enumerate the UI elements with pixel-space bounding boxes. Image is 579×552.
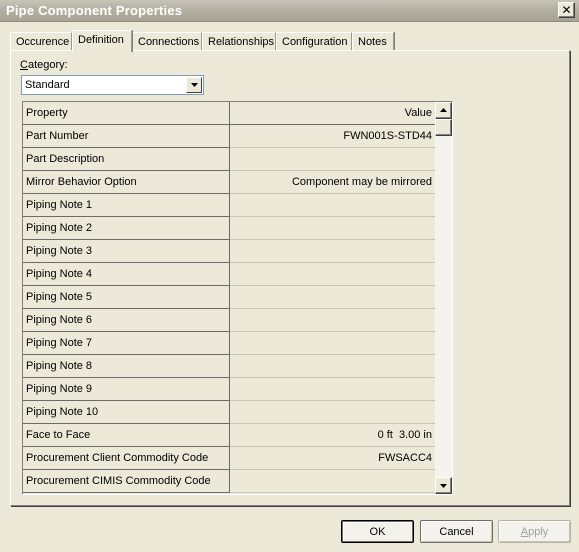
grid-row[interactable]: Part Description xyxy=(23,148,435,171)
property-name: Piping Note 8 xyxy=(23,355,230,378)
grid-row[interactable]: Mirror Behavior Option Component may be … xyxy=(23,171,435,194)
tab-definition[interactable]: Definition xyxy=(72,30,132,52)
tab-relationships[interactable]: Relationships xyxy=(202,32,276,51)
grid-row[interactable]: Piping Note 1 xyxy=(23,194,435,217)
grid-row[interactable]: Piping Note 3 xyxy=(23,240,435,263)
property-column-header[interactable]: Property xyxy=(23,102,230,125)
property-name: Piping Note 5 xyxy=(23,286,230,309)
property-value[interactable]: FWN001S-STD44 xyxy=(230,125,435,148)
property-value[interactable] xyxy=(230,309,435,332)
property-name: Piping Note 4 xyxy=(23,263,230,286)
property-value[interactable] xyxy=(230,194,435,217)
grid-row[interactable]: Piping Note 4 xyxy=(23,263,435,286)
property-value[interactable]: 0 ft 3.00 in xyxy=(230,424,435,447)
category-label-text: ategory: xyxy=(27,59,68,71)
chevron-down-icon xyxy=(190,83,198,87)
property-value[interactable] xyxy=(230,217,435,240)
grid-row[interactable]: Piping Note 9 xyxy=(23,378,435,401)
scroll-thumb[interactable] xyxy=(435,119,452,136)
window-title: Pipe Component Properties xyxy=(6,3,183,18)
tab-configuration[interactable]: Configuration xyxy=(276,32,352,51)
property-value[interactable]: Component may be mirrored xyxy=(230,171,435,194)
apply-button[interactable]: Apply xyxy=(498,520,571,543)
tab-label: Connections xyxy=(138,36,200,48)
property-name: Piping Note 9 xyxy=(23,378,230,401)
arrow-up-icon xyxy=(440,108,447,112)
property-grid: Property Value Part Number FWN001S-STD44… xyxy=(22,101,453,495)
property-name: Part Description xyxy=(23,148,230,171)
grid-header-row: Property Value xyxy=(23,102,435,125)
category-select-value: Standard xyxy=(25,79,70,91)
property-value[interactable] xyxy=(230,378,435,401)
close-icon: ✕ xyxy=(561,3,572,17)
property-name: Mirror Behavior Option xyxy=(23,171,230,194)
title-bar[interactable]: Pipe Component Properties ✕ xyxy=(0,0,579,22)
grid-row[interactable]: Piping Note 10 xyxy=(23,401,435,424)
grid-row[interactable]: Piping Note 8 xyxy=(23,355,435,378)
tab-label: Notes xyxy=(358,36,387,48)
grid-row[interactable]: Piping Note 2 xyxy=(23,217,435,240)
tab-label: Occurence xyxy=(16,36,70,48)
property-value[interactable] xyxy=(230,355,435,378)
category-dropdown-button[interactable] xyxy=(186,77,202,93)
apply-label: pply xyxy=(528,526,549,538)
property-name: Procurement CIMIS Commodity Code xyxy=(23,470,230,493)
property-value[interactable] xyxy=(230,286,435,309)
property-name: Piping Note 10 xyxy=(23,401,230,424)
property-value[interactable] xyxy=(230,332,435,355)
property-name: Piping Note 2 xyxy=(23,217,230,240)
property-name: Piping Note 7 xyxy=(23,332,230,355)
close-button[interactable]: ✕ xyxy=(558,2,575,18)
property-value[interactable] xyxy=(230,263,435,286)
property-name: Part Number xyxy=(23,125,230,148)
apply-accesskey: A xyxy=(520,526,529,538)
tab-label: Definition xyxy=(78,34,124,46)
grid-row[interactable]: Piping Note 6 xyxy=(23,309,435,332)
scroll-down-button[interactable] xyxy=(435,477,452,494)
scroll-up-button[interactable] xyxy=(435,102,452,119)
property-value[interactable] xyxy=(230,240,435,263)
tab-label: Configuration xyxy=(282,36,348,48)
category-label-accesskey: C xyxy=(20,59,28,71)
cancel-button[interactable]: Cancel xyxy=(420,520,493,543)
property-name: Face to Face xyxy=(23,424,230,447)
tab-occurence[interactable]: Occurence xyxy=(10,32,72,51)
value-column-header[interactable]: Value xyxy=(230,102,435,125)
property-value[interactable]: FWSACC4 xyxy=(230,447,435,470)
ok-button[interactable]: OK xyxy=(341,520,414,543)
arrow-down-icon xyxy=(440,484,447,488)
property-value[interactable] xyxy=(230,148,435,171)
tab-connections[interactable]: Connections xyxy=(132,32,202,51)
category-label: Category: xyxy=(20,59,68,71)
grid-row[interactable]: Piping Note 7 xyxy=(23,332,435,355)
property-value[interactable] xyxy=(230,401,435,424)
property-name: Piping Note 6 xyxy=(23,309,230,332)
grid-row[interactable]: Piping Note 5 xyxy=(23,286,435,309)
tab-label: Relationships xyxy=(208,36,275,48)
grid-row[interactable]: Part Number FWN001S-STD44 xyxy=(23,125,435,148)
property-name: Piping Note 1 xyxy=(23,194,230,217)
category-select[interactable]: Standard xyxy=(21,75,204,95)
property-value[interactable] xyxy=(230,470,435,493)
grid-vertical-scrollbar[interactable] xyxy=(435,102,452,494)
grid-row[interactable]: Procurement Client Commodity Code FWSACC… xyxy=(23,447,435,470)
grid-row[interactable]: Procurement CIMIS Commodity Code xyxy=(23,470,435,493)
property-name: Piping Note 3 xyxy=(23,240,230,263)
property-name: Procurement Client Commodity Code xyxy=(23,447,230,470)
tab-notes[interactable]: Notes xyxy=(352,32,394,51)
grid-row[interactable]: Face to Face 0 ft 3.00 in xyxy=(23,424,435,447)
